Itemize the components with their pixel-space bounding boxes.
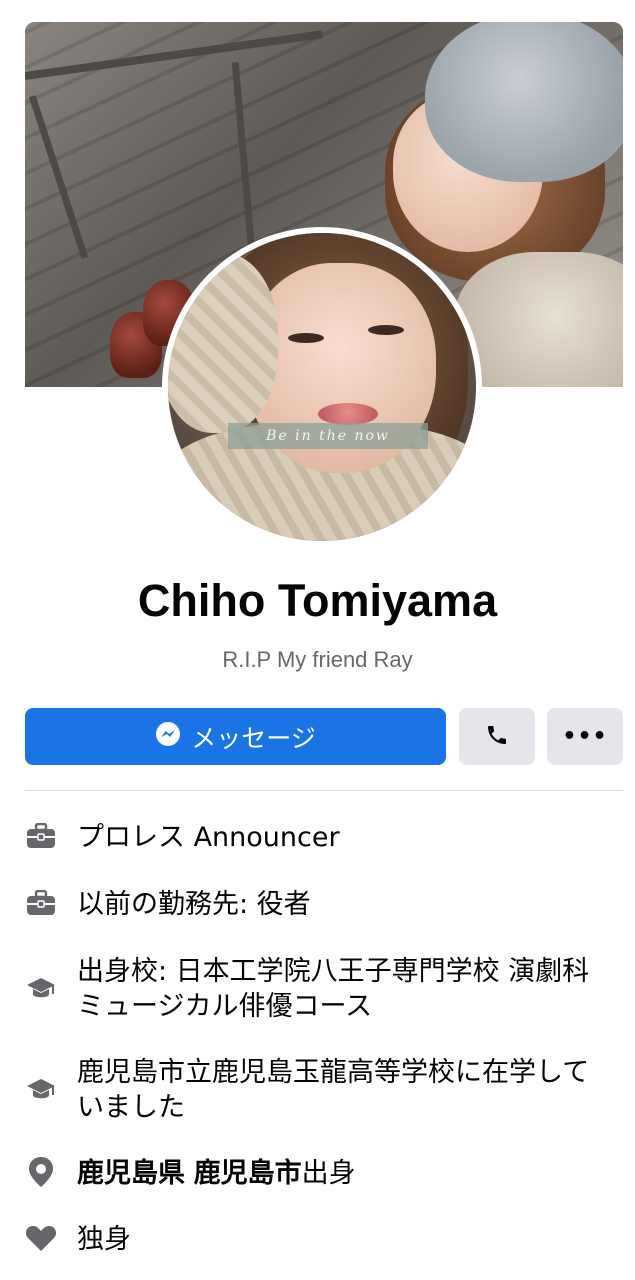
divider — [25, 790, 623, 791]
info-row-hometown: 鹿児島県 鹿児島市出身 — [25, 1156, 615, 1191]
info-row-past-work: 以前の勤務先: 役者 — [25, 887, 615, 922]
heart-icon — [25, 1222, 57, 1254]
hometown-suffix: 出身 — [301, 1158, 356, 1189]
briefcase-icon — [25, 887, 57, 919]
profile-bio: R.I.P My friend Ray — [222, 647, 413, 672]
message-button-label: メッセージ — [191, 723, 316, 753]
avatar-eye — [368, 325, 404, 335]
profile-picture-image: Be in the now — [168, 233, 476, 541]
info-row-high-school: 鹿児島市立鹿児島玉龍高等学校に在学していました — [25, 1055, 615, 1125]
work-text: プロレス Announcer — [77, 822, 340, 853]
past-work-text: 以前の勤務先: 役者 — [77, 889, 311, 920]
more-options-button[interactable]: ••• — [547, 708, 623, 765]
profile-name: Chiho Tomiyama — [137, 575, 498, 626]
info-row-education: 出身校: 日本工学院八王子専門学校 演劇科ミュージカル俳優コース — [25, 954, 615, 1024]
phone-icon — [485, 723, 509, 751]
avatar-lips — [318, 403, 378, 425]
avatar-caption: Be in the now — [266, 428, 390, 444]
info-row-work: プロレス Announcer — [25, 820, 615, 855]
education-text: 出身校: 日本工学院八王子専門学校 演劇科ミュージカル俳優コース — [77, 956, 590, 1022]
hometown-city[interactable]: 鹿児島市 — [194, 1158, 302, 1189]
info-row-relationship: 独身 — [25, 1222, 615, 1257]
graduation-cap-icon — [25, 972, 57, 1004]
avatar-eye — [288, 333, 324, 343]
hometown-prefecture[interactable]: 鹿児島県 — [77, 1158, 185, 1189]
message-button[interactable]: メッセージ — [25, 708, 446, 765]
messenger-icon — [155, 721, 181, 753]
cover-hat — [425, 22, 623, 182]
briefcase-icon — [25, 820, 57, 852]
more-options-label: ••• — [562, 724, 608, 749]
location-pin-icon — [25, 1156, 57, 1188]
relationship-text: 独身 — [77, 1224, 131, 1255]
profile-picture[interactable]: Be in the now — [162, 227, 482, 547]
call-button[interactable] — [459, 708, 535, 765]
graduation-cap-icon — [25, 1073, 57, 1105]
high-school-text: 鹿児島市立鹿児島玉龍高等学校に在学していました — [77, 1057, 590, 1123]
hometown-text: 鹿児島県 鹿児島市出身 — [77, 1156, 607, 1191]
avatar-sleeve — [168, 253, 278, 433]
